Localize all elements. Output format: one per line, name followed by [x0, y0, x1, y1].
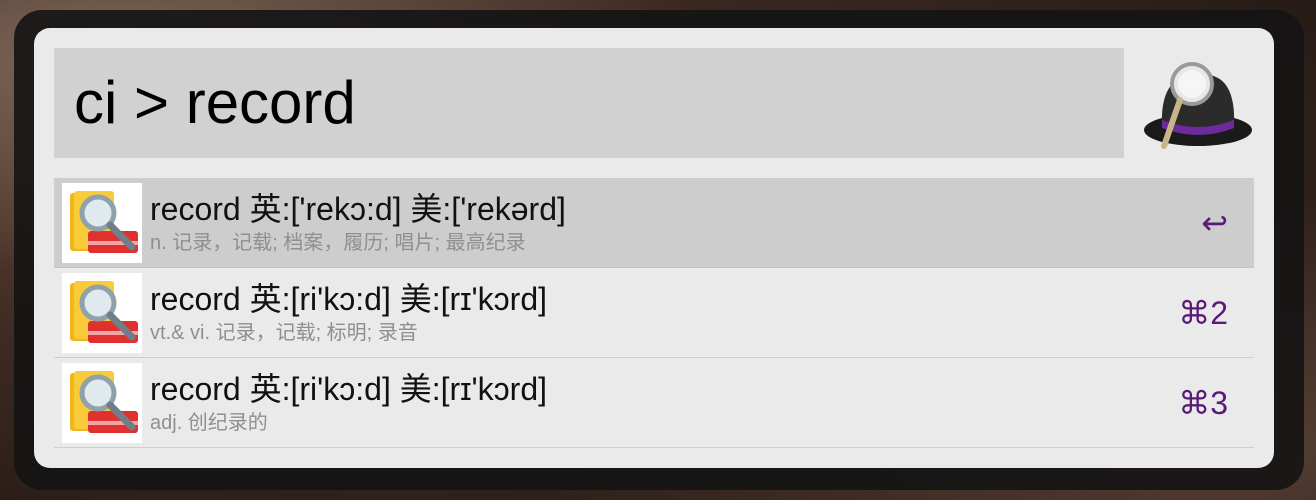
result-row-2[interactable]: record 英:[ri'kɔ:d] 美:[rɪ'kɔrd] vt.& vi. …	[54, 268, 1254, 358]
result-title: record 英:[ri'kɔ:d] 美:[rɪ'kɔrd]	[150, 281, 548, 317]
dictionary-book-magnifier-icon	[62, 183, 142, 263]
result-title: record 英:[ri'kɔ:d] 美:[rɪ'kɔrd]	[150, 371, 548, 407]
shortcut-label: ⌘2	[1178, 295, 1228, 331]
result-subtitle: vt.& vi. 记录，记载; 标明; 录音	[150, 322, 418, 344]
search-input[interactable]: ci > record	[74, 66, 356, 140]
alfred-window: ci > record record 英:['rekɔ:d] 美:['rekər…	[34, 28, 1274, 468]
alfred-hat-magnifier-icon	[1140, 58, 1256, 154]
search-box[interactable]: ci > record	[54, 48, 1124, 158]
result-subtitle: adj. 创纪录的	[150, 412, 268, 434]
result-row-1[interactable]: record 英:['rekɔ:d] 美:['rekərd] n. 记录，记载;…	[54, 178, 1254, 268]
results-list: record 英:['rekɔ:d] 美:['rekərd] n. 记录，记载;…	[54, 178, 1254, 448]
result-subtitle: n. 记录，记载; 档案，履历; 唱片; 最高纪录	[150, 232, 526, 254]
shortcut-label: ⌘3	[1178, 385, 1228, 421]
dictionary-book-magnifier-icon	[62, 273, 142, 353]
result-title: record 英:['rekɔ:d] 美:['rekərd]	[150, 191, 566, 227]
dictionary-book-magnifier-icon	[62, 363, 142, 443]
return-key-icon: ↩	[1201, 205, 1228, 241]
result-row-3[interactable]: record 英:[ri'kɔ:d] 美:[rɪ'kɔrd] adj. 创纪录的…	[54, 358, 1254, 448]
